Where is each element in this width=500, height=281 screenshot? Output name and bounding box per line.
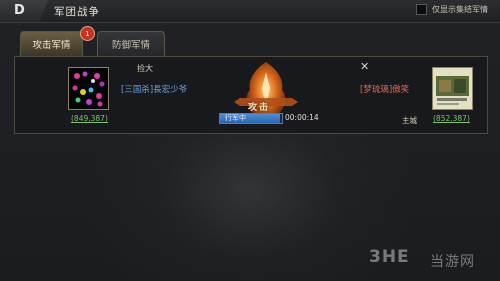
close-icon[interactable]: ✕ [360, 60, 369, 73]
watermark-text: 当游网 [430, 254, 475, 270]
defender-name[interactable]: [梦琉璃]傲笑 [360, 83, 409, 95]
group-name: 捡大 [137, 64, 153, 73]
attacker-name[interactable]: [三国杀]長宏少爷 [121, 83, 187, 95]
march-status-label: 行军中 [225, 114, 246, 122]
title-bar: D 军团战争 仅显示集结军情 [0, 0, 500, 23]
rally-filter-checkbox[interactable] [416, 4, 427, 15]
rally-filter[interactable]: 仅显示集结军情 [416, 4, 488, 15]
march-progress-bar: 行军中 [219, 113, 283, 124]
attack-action-label: 攻击 [248, 103, 271, 113]
page-title: 军团战争 [54, 6, 100, 18]
watermark-logo: 3HE [369, 247, 410, 267]
tab-attack-reports[interactable]: 攻击军情 [20, 31, 83, 56]
tab-defense-reports[interactable]: 防御军情 [97, 31, 165, 56]
back-button[interactable]: D [0, 0, 48, 22]
defender-power[interactable]: (852,387) [433, 114, 470, 123]
attacker-flag-art [69, 68, 108, 109]
attacker-power[interactable]: (849,387) [71, 114, 108, 123]
attacker-flag[interactable] [68, 67, 109, 110]
target-type-label: 主城 [402, 116, 417, 125]
defender-flag-art [433, 68, 472, 109]
march-timer: 00:00:14 [285, 113, 319, 122]
back-arrow-icon: D [14, 3, 25, 18]
notification-badge: 1 [80, 26, 95, 41]
defender-flag[interactable] [432, 67, 473, 110]
rally-filter-label: 仅显示集结军情 [432, 5, 488, 14]
